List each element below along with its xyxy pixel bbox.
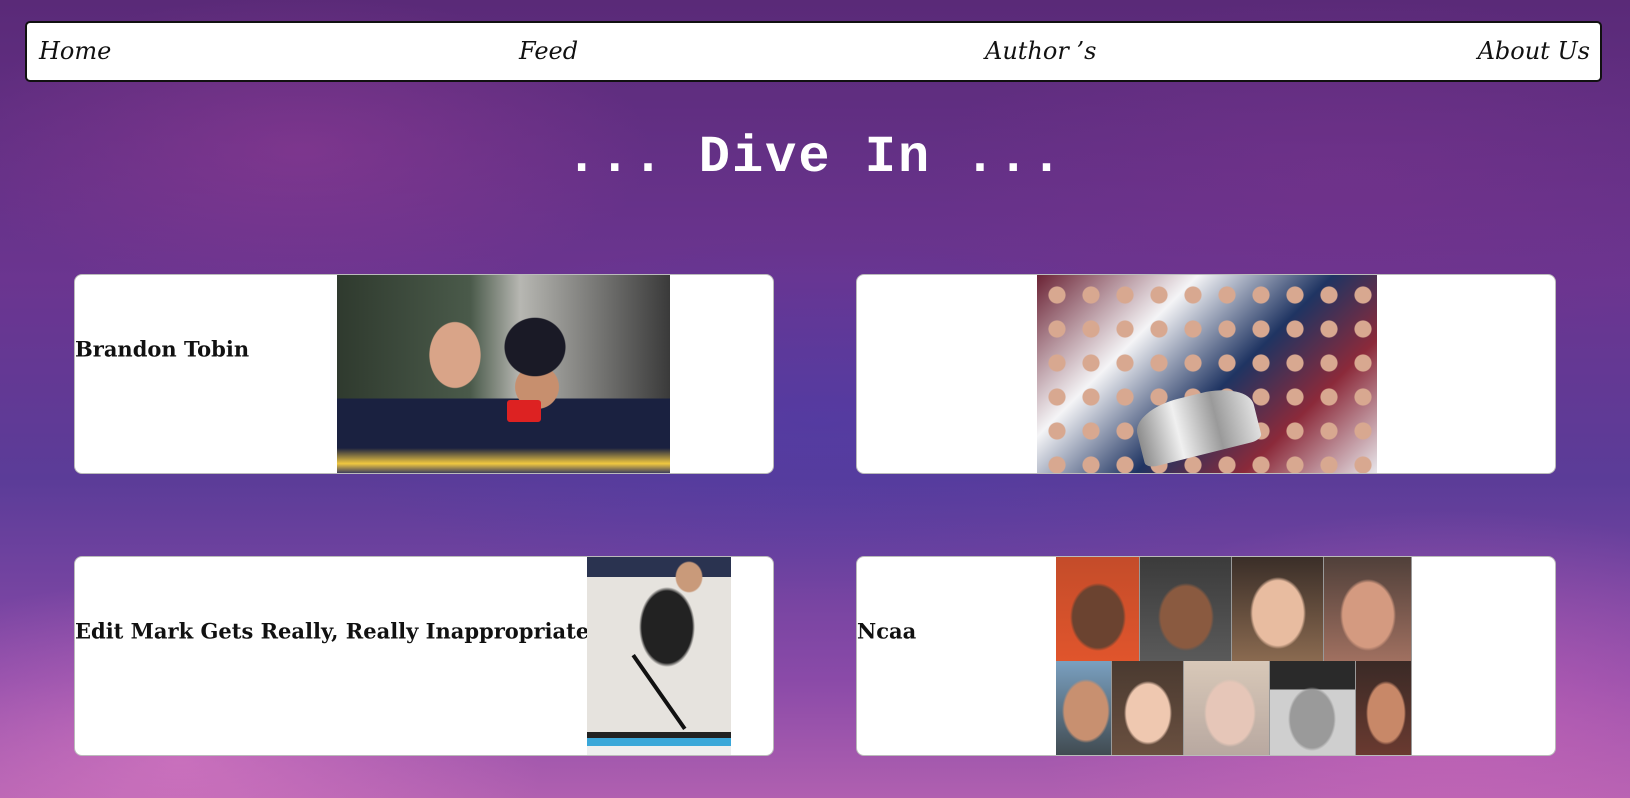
nav-home-link[interactable]: Home (39, 37, 111, 65)
post-card-ncaa[interactable]: Ncaa (856, 556, 1556, 756)
post-card-stanley-cup[interactable] (856, 274, 1556, 474)
post-card-title: Edit Mark Gets Really, Really Inappropri… (75, 618, 590, 644)
face-collage-photo (1056, 557, 1412, 755)
post-card-title: Brandon Tobin (75, 336, 250, 362)
nav-feed-link[interactable]: Feed (519, 37, 578, 65)
post-card-title: Ncaa (857, 618, 917, 644)
hockey-fight-photo (337, 275, 670, 473)
post-card-brandon-tobin[interactable]: Brandon Tobin (74, 274, 774, 474)
page-headline: ... Dive In ... (565, 128, 1065, 187)
nav-authors-link[interactable]: Author ’s (985, 37, 1096, 65)
post-card-edit-mark[interactable]: Edit Mark Gets Really, Really Inappropri… (74, 556, 774, 756)
nav-about-link[interactable]: About Us (1478, 37, 1590, 65)
stanley-cup-celebration-photo (1037, 275, 1377, 473)
top-nav: Home Feed Author ’s About Us (25, 21, 1602, 82)
mark-hardy-hockey-card (587, 557, 731, 755)
